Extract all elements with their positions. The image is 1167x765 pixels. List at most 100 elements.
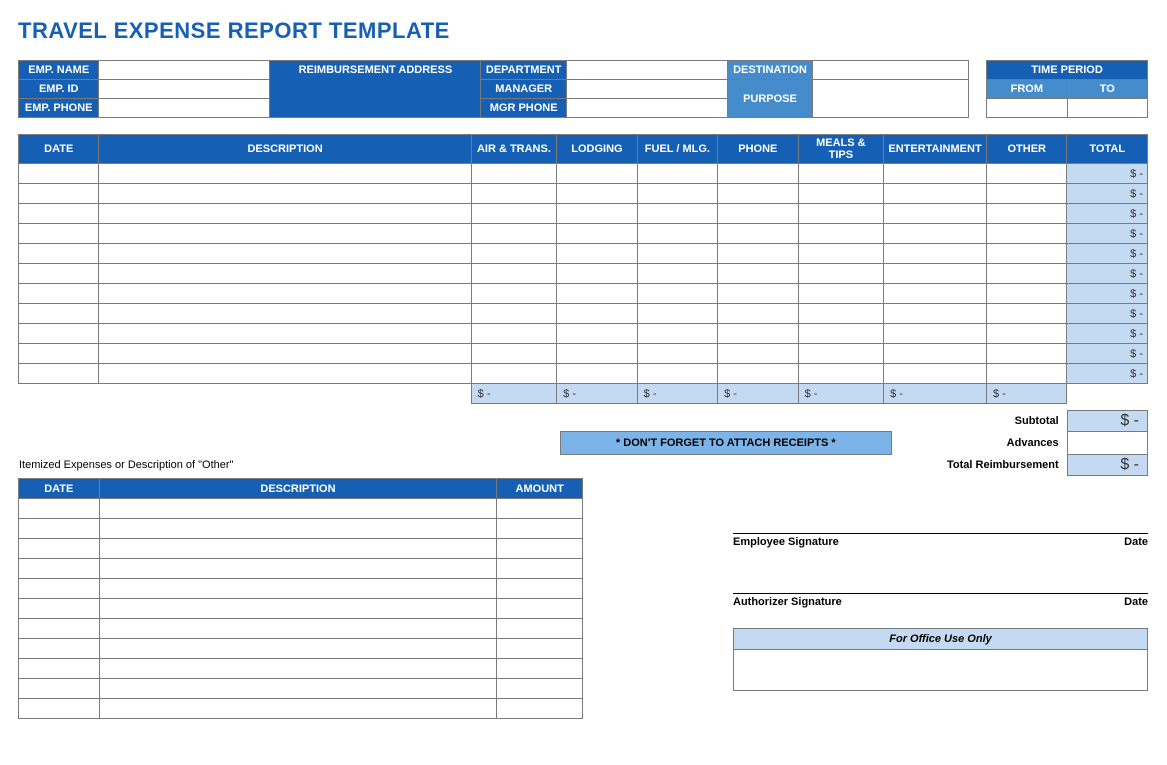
table-cell[interactable] (884, 204, 987, 224)
table-cell[interactable] (471, 224, 557, 244)
table-cell[interactable] (497, 599, 583, 619)
table-cell[interactable] (19, 324, 99, 344)
table-cell[interactable] (557, 324, 637, 344)
table-cell[interactable] (986, 224, 1066, 244)
table-cell[interactable] (19, 539, 100, 559)
table-cell[interactable] (557, 224, 637, 244)
table-cell[interactable] (718, 284, 798, 304)
table-cell[interactable] (798, 164, 884, 184)
table-cell[interactable] (798, 284, 884, 304)
table-cell[interactable] (99, 599, 497, 619)
table-cell[interactable] (471, 364, 557, 384)
table-cell[interactable] (99, 639, 497, 659)
table-cell[interactable] (718, 304, 798, 324)
table-cell[interactable] (718, 364, 798, 384)
table-cell[interactable] (19, 599, 100, 619)
table-cell[interactable] (557, 244, 637, 264)
table-cell[interactable] (986, 324, 1066, 344)
table-cell[interactable] (471, 284, 557, 304)
table-cell[interactable] (99, 659, 497, 679)
table-cell[interactable] (986, 244, 1066, 264)
table-cell[interactable] (471, 264, 557, 284)
table-cell[interactable] (19, 284, 99, 304)
input-manager[interactable] (566, 80, 727, 99)
input-to[interactable] (1067, 99, 1147, 118)
table-cell[interactable] (884, 344, 987, 364)
table-cell[interactable] (99, 344, 471, 364)
table-cell[interactable] (986, 264, 1066, 284)
table-cell[interactable] (99, 579, 497, 599)
table-cell[interactable] (471, 164, 557, 184)
table-cell[interactable] (637, 244, 717, 264)
table-cell[interactable] (497, 619, 583, 639)
table-cell[interactable] (557, 164, 637, 184)
table-cell[interactable] (884, 324, 987, 344)
table-cell[interactable] (99, 304, 471, 324)
table-cell[interactable] (471, 324, 557, 344)
table-cell[interactable] (637, 304, 717, 324)
table-cell[interactable] (19, 304, 99, 324)
table-cell[interactable] (497, 659, 583, 679)
table-cell[interactable] (19, 184, 99, 204)
table-cell[interactable] (99, 499, 497, 519)
table-cell[interactable] (99, 184, 471, 204)
table-cell[interactable] (19, 224, 99, 244)
table-cell[interactable] (557, 364, 637, 384)
table-cell[interactable] (99, 699, 497, 719)
table-cell[interactable] (557, 184, 637, 204)
table-cell[interactable] (497, 559, 583, 579)
table-cell[interactable] (718, 204, 798, 224)
table-cell[interactable] (99, 244, 471, 264)
table-cell[interactable] (637, 364, 717, 384)
table-cell[interactable] (986, 364, 1066, 384)
table-cell[interactable] (718, 224, 798, 244)
table-cell[interactable] (19, 639, 100, 659)
input-mgr-phone[interactable] (566, 99, 727, 118)
table-cell[interactable] (99, 204, 471, 224)
table-cell[interactable] (718, 264, 798, 284)
table-cell[interactable] (884, 164, 987, 184)
table-cell[interactable] (884, 284, 987, 304)
table-cell[interactable] (497, 579, 583, 599)
table-cell[interactable] (884, 304, 987, 324)
table-cell[interactable] (99, 559, 497, 579)
table-cell[interactable] (471, 344, 557, 364)
table-cell[interactable] (986, 284, 1066, 304)
table-cell[interactable] (557, 264, 637, 284)
table-cell[interactable] (497, 539, 583, 559)
table-cell[interactable] (19, 519, 100, 539)
table-cell[interactable] (986, 304, 1066, 324)
input-from[interactable] (987, 99, 1067, 118)
table-cell[interactable] (557, 344, 637, 364)
table-cell[interactable] (637, 344, 717, 364)
table-cell[interactable] (884, 184, 987, 204)
table-cell[interactable] (99, 324, 471, 344)
table-cell[interactable] (19, 264, 99, 284)
input-emp-name[interactable] (99, 61, 270, 80)
table-cell[interactable] (19, 579, 100, 599)
table-cell[interactable] (19, 659, 100, 679)
input-destination[interactable] (813, 61, 969, 80)
table-cell[interactable] (637, 324, 717, 344)
table-cell[interactable] (497, 519, 583, 539)
table-cell[interactable] (99, 539, 497, 559)
table-cell[interactable] (99, 284, 471, 304)
table-cell[interactable] (798, 304, 884, 324)
table-cell[interactable] (99, 224, 471, 244)
table-cell[interactable] (884, 364, 987, 384)
table-cell[interactable] (557, 304, 637, 324)
table-cell[interactable] (99, 679, 497, 699)
table-cell[interactable] (798, 244, 884, 264)
table-cell[interactable] (471, 244, 557, 264)
table-cell[interactable] (986, 164, 1066, 184)
table-cell[interactable] (557, 204, 637, 224)
table-cell[interactable] (637, 184, 717, 204)
table-cell[interactable] (798, 364, 884, 384)
table-cell[interactable] (798, 344, 884, 364)
table-cell[interactable] (798, 184, 884, 204)
table-cell[interactable] (637, 204, 717, 224)
table-cell[interactable] (497, 699, 583, 719)
table-cell[interactable] (986, 204, 1066, 224)
value-advances[interactable] (1067, 432, 1147, 455)
input-purpose[interactable] (813, 80, 969, 118)
